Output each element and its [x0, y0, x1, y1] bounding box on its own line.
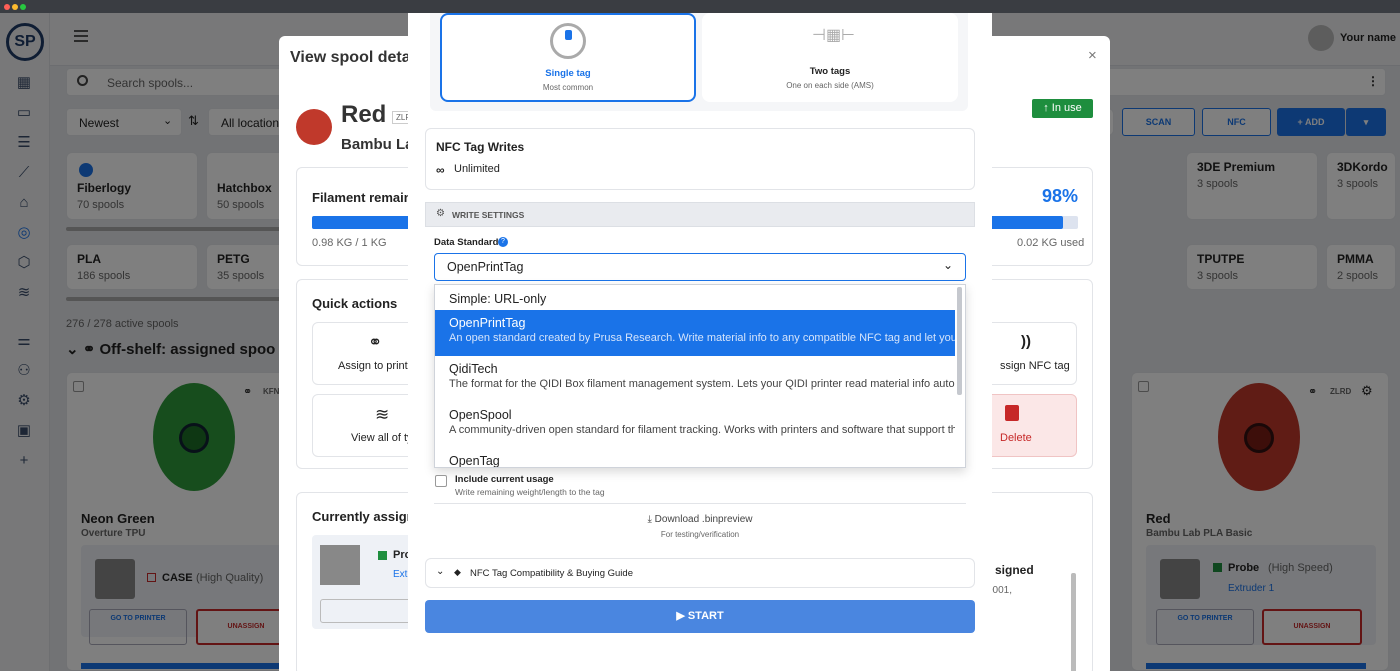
single-tag-label: Single tag — [545, 68, 591, 79]
dropdown-option[interactable]: OpenTag — [435, 448, 955, 468]
layers-icon: ≋ — [375, 405, 390, 424]
dropdown-option[interactable]: Simple: URL-only — [435, 285, 955, 310]
assign-nfc-label: ssign NFC tag — [1000, 360, 1070, 372]
status-badge: ↑ In use — [1032, 99, 1093, 118]
nfc-write-dialog: Single tag Most common ⊣▦⊢ Two tags One … — [408, 13, 992, 671]
infinity-icon: ∞ — [436, 163, 445, 177]
option-description: The format for the QIDI Box filament man… — [449, 378, 955, 390]
download-label: Download .binpreview — [654, 514, 753, 525]
chevron-down-icon: ⌄ — [436, 566, 445, 577]
write-settings-header: ⚙ WRITE SETTINGS — [425, 202, 975, 227]
include-usage-sub: Write remaining weight/length to the tag — [455, 487, 605, 497]
quick-actions-title: Quick actions — [312, 296, 398, 311]
minimize-window-dot[interactable] — [12, 4, 18, 10]
two-tags-icon: ⊣▦⊢ — [812, 27, 855, 44]
option-title: QidiTech — [449, 362, 498, 376]
single-tag-icon — [550, 23, 586, 59]
two-tags-option[interactable]: ⊣▦⊢ Two tags One on each side (AMS) — [702, 13, 958, 102]
close-icon[interactable]: × — [1088, 47, 1097, 64]
remaining-weight: 0.98 KG / 1 KG — [312, 237, 387, 249]
guide-label: NFC Tag Compatibility & Buying Guide — [470, 568, 633, 579]
divider — [434, 503, 966, 504]
spool-color-swatch — [296, 109, 332, 145]
printer-image — [320, 545, 360, 585]
view-all-label: View all of ty — [351, 432, 413, 444]
assigned-text: signed — [995, 563, 1034, 577]
tag-writes-title: NFC Tag Writes — [436, 140, 525, 154]
dropdown-option[interactable]: OpenSpool A community-driven open standa… — [435, 402, 955, 448]
two-tags-sub: One on each side (AMS) — [786, 81, 874, 90]
printer-color-swatch — [378, 551, 387, 560]
tag-mode-group: Single tag Most common ⊣▦⊢ Two tags One … — [430, 13, 968, 111]
dialog-title: View spool detail — [290, 49, 420, 66]
data-standard-value: OpenPrintTag — [447, 260, 524, 274]
option-title: Simple: URL-only — [449, 292, 547, 306]
extruder-label[interactable]: Ext — [393, 569, 407, 580]
link-icon: ⚭ — [368, 333, 383, 352]
dropdown-scrollbar[interactable] — [957, 287, 962, 395]
start-label: START — [687, 610, 724, 622]
data-standard-dropdown: Simple: URL-only OpenPrintTag An open st… — [434, 284, 966, 468]
spool-name: Red — [341, 101, 387, 128]
start-button[interactable]: ▶ START — [425, 600, 975, 633]
single-tag-sub: Most common — [542, 83, 594, 92]
tag-writes-card: NFC Tag Writes ∞ Unlimited — [425, 128, 975, 190]
data-standard-select[interactable]: OpenPrintTag ⌄ — [434, 253, 966, 281]
tag-icon: ◆ — [454, 567, 461, 577]
scrollbar[interactable] — [1071, 573, 1076, 671]
two-tags-label: Two tags — [809, 66, 851, 77]
single-tag-option[interactable]: Single tag Most common — [440, 13, 696, 102]
option-description: A community-driven open standard for fil… — [449, 424, 955, 436]
assigned-printer-panel: Pro Ext — [312, 535, 422, 629]
write-settings-title: WRITE SETTINGS — [452, 210, 525, 220]
zoom-window-dot[interactable] — [20, 4, 26, 10]
dropdown-option-selected[interactable]: OpenPrintTag An open standard created by… — [435, 310, 955, 356]
option-title: OpenTag — [449, 454, 500, 468]
delete-label: Delete — [1000, 432, 1032, 444]
dropdown-option[interactable]: QidiTech The format for the QIDI Box fil… — [435, 356, 955, 402]
assigned-action-button[interactable] — [320, 599, 420, 623]
include-usage-label: Include current usage — [455, 474, 554, 485]
tag-writes-value: Unlimited — [454, 163, 500, 175]
guide-accordion[interactable]: ⌄ ◆ NFC Tag Compatibility & Buying Guide — [425, 558, 975, 588]
currently-assigned-title: Currently assigne — [312, 509, 422, 524]
include-usage-checkbox[interactable] — [435, 475, 447, 487]
download-button[interactable]: ⤓ Download .binpreview — [408, 514, 992, 525]
gear-icon: ⚙ — [436, 208, 445, 219]
remaining-title: Filament remainin — [312, 190, 424, 205]
data-standard-label: Data Standard — [434, 237, 499, 248]
option-title: OpenPrintTag — [449, 316, 526, 330]
assign-printer-label: Assign to printe — [338, 360, 414, 372]
remaining-percent: 98% — [1042, 186, 1079, 206]
trash-icon — [1005, 405, 1019, 421]
help-icon[interactable]: ? — [498, 237, 508, 247]
option-description: An open standard created by Prusa Resear… — [449, 332, 955, 344]
used-weight: 0.02 KG used — [1017, 237, 1085, 249]
option-title: OpenSpool — [449, 408, 512, 422]
rss-icon: )) — [1021, 333, 1031, 350]
download-sub: For testing/verification — [660, 530, 740, 539]
window-titlebar — [0, 0, 1400, 13]
chevron-down-icon: ⌄ — [943, 258, 954, 272]
close-window-dot[interactable] — [4, 4, 10, 10]
status-label: In use — [1051, 102, 1082, 114]
spool-brand: Bambu La — [341, 136, 414, 153]
